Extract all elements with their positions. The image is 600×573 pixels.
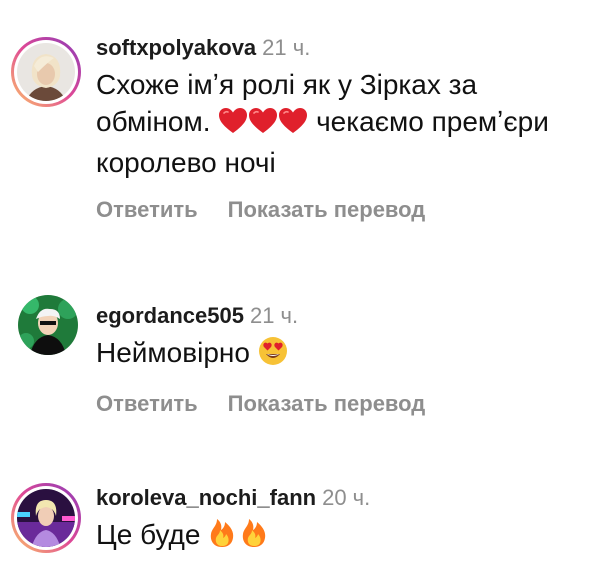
timestamp[interactable]: 20 ч. xyxy=(322,485,370,510)
reply-button[interactable]: Ответить xyxy=(96,391,198,416)
avatar-image xyxy=(11,483,81,553)
avatar-image xyxy=(18,295,78,355)
timestamp[interactable]: 21 ч. xyxy=(262,35,310,60)
heart-eyes-emoji-icon xyxy=(258,336,288,375)
fire-emoji-icon xyxy=(208,516,236,557)
avatar[interactable] xyxy=(18,295,78,355)
comment-body: egordance505 21 ч. Неймовірно Ответить Пок… xyxy=(96,302,592,418)
comment-header: egordance505 21 ч. xyxy=(96,302,592,330)
username-link[interactable]: egordance505 xyxy=(96,303,244,328)
comment-text: Схоже імʼя ролі як у Зірках за обміном. … xyxy=(96,66,592,181)
username-link[interactable]: softxpolyakova xyxy=(96,35,256,60)
avatar-image xyxy=(11,37,81,107)
heart-emoji-icon xyxy=(218,107,248,144)
avatar[interactable] xyxy=(10,36,82,108)
comment-header: koroleva_nochi_fann 20 ч. xyxy=(96,484,592,512)
comment-body: softxpolyakova 21 ч. Схоже імʼя ролі як у… xyxy=(96,34,592,224)
comment-text-part: Неймовірно xyxy=(96,337,258,368)
comment-text: Це буде xyxy=(96,516,592,557)
heart-emoji-icon xyxy=(248,107,278,144)
show-translation-button[interactable]: Показать перевод xyxy=(228,197,426,222)
heart-emoji-icon xyxy=(278,107,308,144)
comment-actions: Ответить Показать перевод xyxy=(96,196,592,224)
avatar[interactable] xyxy=(10,482,82,554)
username-link[interactable]: koroleva_nochi_fann xyxy=(96,485,316,510)
reply-button[interactable]: Ответить xyxy=(96,197,198,222)
fire-emoji-icon xyxy=(240,516,268,557)
timestamp[interactable]: 21 ч. xyxy=(250,303,298,328)
comment-text-part: Це буде xyxy=(96,519,209,550)
show-translation-button[interactable]: Показать перевод xyxy=(228,391,426,416)
comment-header: softxpolyakova 21 ч. xyxy=(96,34,592,62)
comment-body: koroleva_nochi_fann 20 ч. Це буде xyxy=(96,484,592,557)
comment-text: Неймовірно xyxy=(96,334,592,375)
comment-actions: Ответить Показать перевод xyxy=(96,390,592,418)
